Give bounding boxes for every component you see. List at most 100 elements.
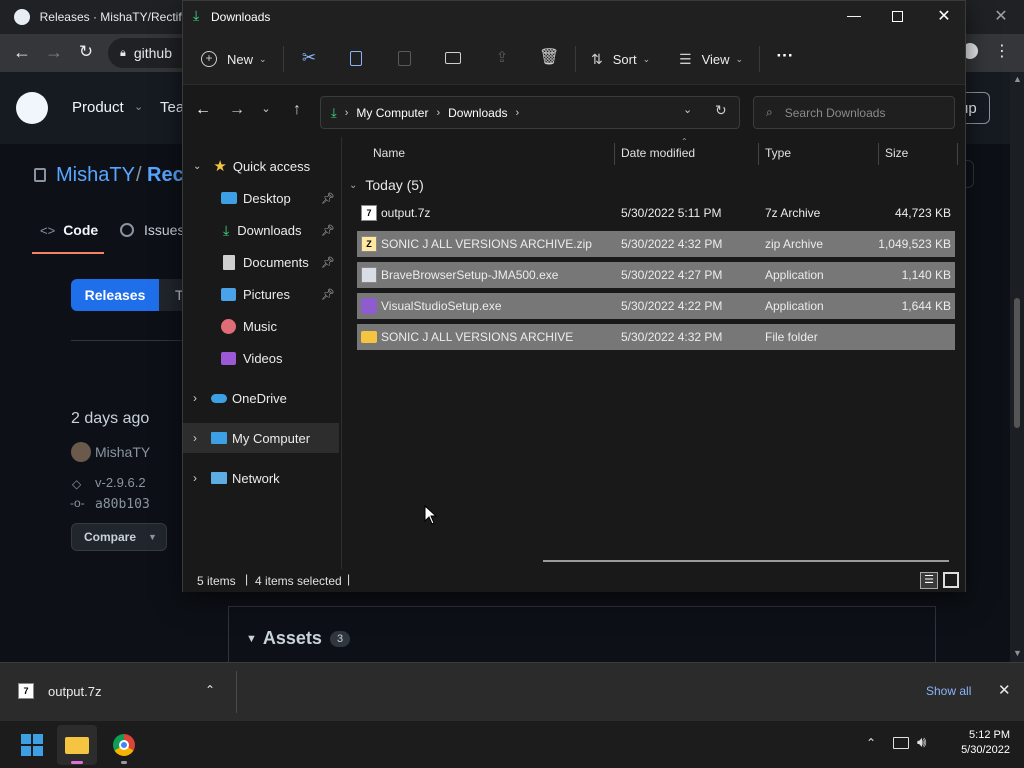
- release-commit[interactable]: a80b103: [95, 497, 150, 512]
- close-icon[interactable]: ✕: [929, 6, 959, 26]
- nav-product[interactable]: Product: [72, 99, 124, 116]
- column-divider[interactable]: [758, 143, 759, 165]
- taskbar-chrome[interactable]: [104, 725, 144, 765]
- pin-icon[interactable]: 📌︎: [321, 256, 335, 269]
- address-bar[interactable]: 🔒︎ github: [108, 38, 188, 68]
- close-shelf-icon[interactable]: ✕: [998, 681, 1011, 699]
- browser-close-icon[interactable]: ✕: [992, 6, 1010, 26]
- file-row[interactable]: VisualStudioSetup.exe 5/30/2022 4:22 PM …: [357, 293, 955, 319]
- forward-arrow-icon[interactable]: →: [44, 42, 64, 63]
- file-row[interactable]: Z SONIC J ALL VERSIONS ARCHIVE.zip 5/30/…: [357, 231, 955, 257]
- pin-icon[interactable]: 📌︎: [321, 288, 335, 301]
- volume-icon[interactable]: 🔊︎: [917, 734, 926, 751]
- nav-team[interactable]: Tea: [160, 99, 184, 116]
- tab-code[interactable]: <> Code: [40, 222, 98, 238]
- view-button[interactable]: ☰ View ⌄: [679, 42, 743, 76]
- releases-button[interactable]: Releases: [71, 279, 159, 311]
- explorer-title-bar[interactable]: ⤓ Downloads — ✕: [183, 1, 965, 32]
- release-author[interactable]: MishaTY: [95, 444, 150, 460]
- forward-arrow-icon[interactable]: →: [227, 101, 247, 119]
- nav-item-desktop[interactable]: Desktop 📌︎: [183, 183, 339, 213]
- column-divider[interactable]: [878, 143, 879, 165]
- minimize-icon[interactable]: —: [839, 7, 869, 23]
- search-placeholder: Search Downloads: [784, 105, 886, 120]
- file-row[interactable]: SONIC J ALL VERSIONS ARCHIVE 5/30/2022 4…: [357, 324, 955, 350]
- more-options-icon[interactable]: ···: [773, 46, 797, 66]
- tags-button[interactable]: T: [159, 279, 184, 311]
- nav-item-videos[interactable]: Videos: [183, 343, 339, 373]
- nav-item-music[interactable]: Music: [183, 311, 339, 341]
- file-date: 5/30/2022 4:32 PM: [621, 330, 723, 344]
- explorer-status-bar: 5 items | 4 items selected | ☰: [183, 569, 965, 592]
- release-tag[interactable]: v-2.9.6.2: [95, 475, 146, 490]
- column-header-size[interactable]: Size: [885, 137, 955, 169]
- address-breadcrumb[interactable]: ⤓ › My Computer › Downloads › ⌄ ↻: [320, 96, 740, 129]
- release-card: [228, 606, 936, 666]
- tab-issues[interactable]: Issues: [120, 222, 184, 238]
- download-item[interactable]: 7 output.7z: [18, 683, 102, 699]
- browser-tab[interactable]: Releases · MishaTY/Rectify: [14, 6, 184, 28]
- sort-button[interactable]: ⇅ Sort ⌄: [591, 42, 650, 76]
- maximize-icon[interactable]: [892, 11, 903, 22]
- column-size-label: Size: [885, 146, 909, 160]
- nav-quick-access[interactable]: ⌄ ★ Quick access: [183, 151, 339, 181]
- github-logo-icon[interactable]: [16, 92, 48, 124]
- chevron-up-icon[interactable]: ⌃: [205, 683, 215, 697]
- copy-icon[interactable]: [350, 51, 362, 66]
- recent-locations-icon[interactable]: ⌄: [259, 102, 273, 115]
- paste-icon[interactable]: [398, 51, 411, 66]
- address-dropdown-icon[interactable]: ⌄: [683, 103, 692, 116]
- clock[interactable]: 5:12 PM 5/30/2022: [944, 729, 1010, 756]
- file-row[interactable]: BraveBrowserSetup-JMA500.exe 5/30/2022 4…: [357, 262, 955, 288]
- back-arrow-icon[interactable]: ←: [193, 101, 213, 119]
- tiles-view-icon[interactable]: [943, 572, 959, 588]
- file-type: zip Archive: [765, 237, 824, 251]
- kebab-menu-icon[interactable]: ⋮: [994, 41, 1010, 61]
- file-row[interactable]: 7 output.7z 5/30/2022 5:11 PM 7z Archive…: [357, 200, 955, 226]
- repo-owner-link[interactable]: MishaTY: [56, 164, 135, 187]
- pin-icon[interactable]: 📌︎: [321, 224, 335, 237]
- column-header-type[interactable]: Type: [765, 137, 875, 169]
- details-view-icon[interactable]: ☰: [920, 572, 938, 589]
- running-indicator: [121, 761, 127, 764]
- reload-icon[interactable]: ↻: [76, 42, 96, 62]
- pin-icon[interactable]: 📌︎: [321, 192, 335, 205]
- nav-my-computer[interactable]: › My Computer: [183, 423, 339, 453]
- nav-item-downloads[interactable]: ⤓ Downloads 📌︎: [183, 215, 339, 245]
- column-divider[interactable]: [957, 143, 958, 165]
- refresh-icon[interactable]: ↻: [715, 102, 727, 119]
- tray-overflow-icon[interactable]: ⌃: [866, 736, 876, 750]
- search-downloads-input[interactable]: ⌕ Search Downloads: [753, 96, 955, 129]
- page-scrollbar[interactable]: ▲ ▼: [1010, 72, 1024, 662]
- column-header-name[interactable]: Name: [373, 137, 613, 169]
- nav-item-documents[interactable]: Documents 📌︎: [183, 247, 339, 277]
- rename-icon[interactable]: [445, 52, 461, 64]
- up-arrow-icon[interactable]: ↑: [287, 101, 307, 119]
- share-icon[interactable]: ⇪: [492, 48, 512, 66]
- nav-onedrive-label: OneDrive: [232, 390, 287, 406]
- scroll-up-icon[interactable]: ▲: [1013, 74, 1022, 84]
- back-arrow-icon[interactable]: ←: [12, 42, 32, 63]
- nav-onedrive[interactable]: › OneDrive: [183, 383, 339, 413]
- network-status-icon[interactable]: [893, 737, 909, 749]
- cut-icon[interactable]: ✂: [299, 48, 319, 68]
- compare-button[interactable]: Compare ▼: [71, 523, 167, 551]
- scrollbar-thumb[interactable]: [1014, 298, 1020, 428]
- pictures-icon: [221, 287, 236, 301]
- column-divider[interactable]: [614, 143, 615, 165]
- nav-item-pictures[interactable]: Pictures 📌︎: [183, 279, 339, 309]
- delete-icon[interactable]: 🗑︎: [539, 47, 559, 67]
- breadcrumb-item-my-computer[interactable]: My Computer: [356, 106, 428, 120]
- new-button[interactable]: + New ⌄: [201, 42, 267, 76]
- horizontal-scrollbar[interactable]: [543, 560, 949, 562]
- start-windows-icon[interactable]: [21, 734, 43, 756]
- breadcrumb-item-downloads[interactable]: Downloads: [448, 106, 507, 120]
- column-header-date[interactable]: Date modified: [621, 137, 757, 169]
- show-all-link[interactable]: Show all: [926, 684, 971, 698]
- scroll-down-icon[interactable]: ▼: [1013, 648, 1022, 658]
- taskbar-file-explorer[interactable]: [57, 725, 97, 765]
- clock-date: 5/30/2022: [961, 744, 1010, 756]
- nav-network[interactable]: › Network: [183, 463, 339, 493]
- group-header-today[interactable]: ⌄ Today (5): [349, 177, 424, 193]
- nav-network-label: Network: [232, 470, 280, 486]
